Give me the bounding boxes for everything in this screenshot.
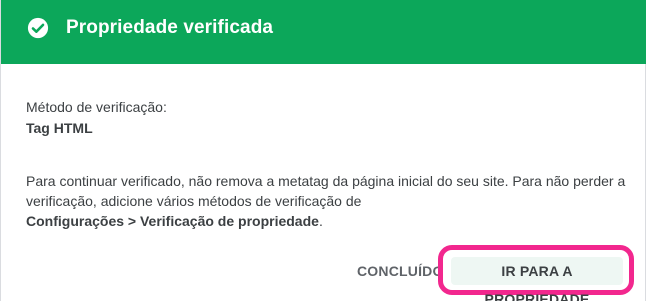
dialog-title: Propriedade verificada: [66, 17, 274, 38]
done-button[interactable]: CONCLUÍDO: [357, 262, 444, 280]
settings-path: Configurações > Verificação de proprieda…: [26, 213, 319, 229]
verification-dialog: Propriedade verificada Método de verific…: [0, 0, 646, 301]
method-value: Tag HTML: [26, 120, 93, 136]
description-text: Para continuar verificado, não remova a …: [26, 171, 626, 231]
dialog-header: Propriedade verificada: [1, 0, 646, 64]
go-to-property-button[interactable]: IR PARA A PROPRIEDADE: [451, 257, 623, 301]
description-part1: Para continuar verificado, não remova a …: [26, 173, 626, 209]
description-end: .: [318, 213, 323, 229]
check-circle-icon: [27, 17, 49, 39]
method-label: Método de verificação:: [26, 99, 167, 115]
